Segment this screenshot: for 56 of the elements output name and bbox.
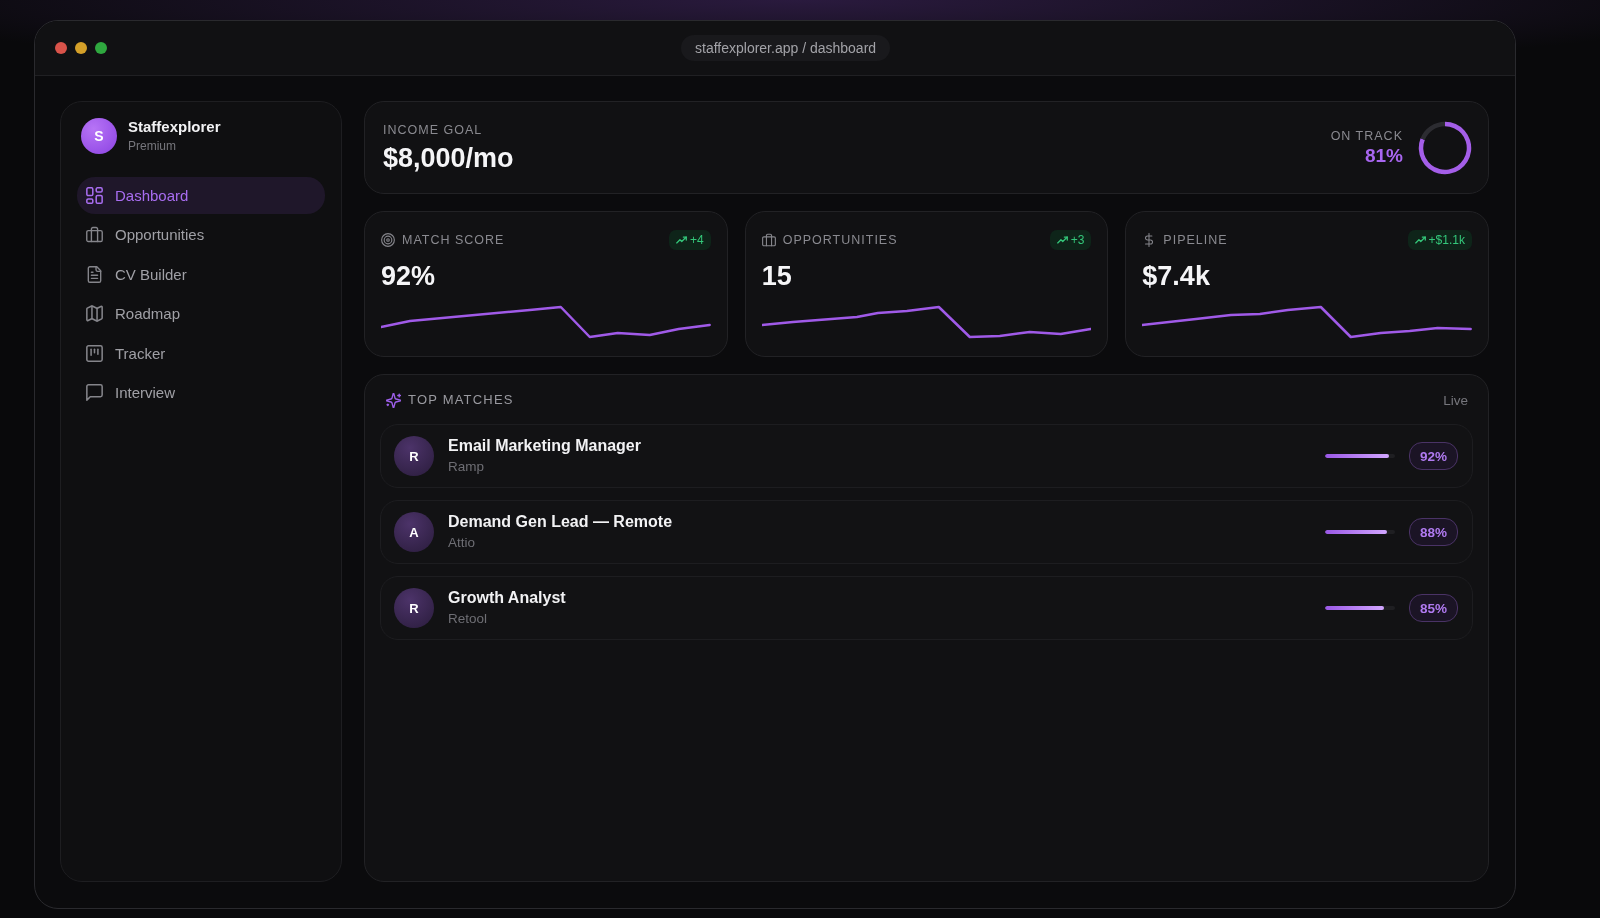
stat-value: $7.4k <box>1142 260 1211 292</box>
maximize-button[interactable] <box>95 42 107 54</box>
briefcase-icon <box>86 226 103 244</box>
target-icon <box>381 233 395 247</box>
company-avatar: R <box>394 588 434 628</box>
company-avatar: R <box>394 436 434 476</box>
map-icon <box>86 305 103 323</box>
address-bar[interactable]: staffexplorer.app / dashboard <box>681 35 891 61</box>
grid-icon <box>86 186 103 204</box>
stat-value: 15 <box>761 260 793 292</box>
live-status: Live <box>1443 392 1468 408</box>
stat-label: OPPORTUNITIES <box>782 232 898 248</box>
minimize-button[interactable] <box>75 42 87 54</box>
plan-label: Premium <box>128 138 177 154</box>
section-title: TOP MATCHES <box>408 392 514 408</box>
status-label: ON TRACK <box>1330 128 1403 144</box>
close-button[interactable] <box>55 42 67 54</box>
nav-item[interactable]: Interview <box>77 374 325 411</box>
score-badge: 92% <box>1408 442 1458 470</box>
nav-item[interactable]: Opportunities <box>77 216 325 253</box>
job-title: Growth Analyst <box>448 588 567 608</box>
chat-icon <box>86 384 103 402</box>
nav-item[interactable]: CV Builder <box>77 256 325 293</box>
trend-up-icon <box>675 236 687 244</box>
brand-name: Staffexplorer <box>128 118 221 136</box>
score-badge: 85% <box>1408 594 1458 622</box>
delta-badge: +$1.1k <box>1407 230 1472 250</box>
delta-badge: +4 <box>668 230 711 250</box>
board-icon <box>86 344 103 362</box>
progress-percent: 81% <box>1364 145 1403 167</box>
sparkles-icon <box>386 392 401 408</box>
job-title: Email Marketing Manager <box>448 436 642 456</box>
delta-badge: +3 <box>1049 230 1092 250</box>
company-name: Attio <box>448 534 476 552</box>
trend-up-icon <box>1056 236 1068 244</box>
stat-value: 92% <box>381 260 437 292</box>
match-row[interactable]: R Growth Analyst Retool 85% <box>380 576 1473 640</box>
stat-label: PIPELINE <box>1163 232 1228 248</box>
brand-avatar: S <box>81 118 117 154</box>
income-goal-value: $8,000/mo <box>383 141 514 174</box>
job-title: Demand Gen Lead — Remote <box>448 512 674 532</box>
document-icon <box>86 265 103 283</box>
company-name: Retool <box>448 610 489 628</box>
company-avatar: A <box>394 512 434 552</box>
match-row[interactable]: R Email Marketing Manager Ramp 92% <box>380 424 1473 488</box>
company-name: Ramp <box>448 458 485 476</box>
nav-item[interactable]: Roadmap <box>77 295 325 332</box>
stat-label: MATCH SCORE <box>402 232 505 248</box>
score-badge: 88% <box>1408 518 1458 546</box>
card-label: INCOME GOAL <box>383 121 484 138</box>
nav-item[interactable]: Tracker <box>77 335 325 372</box>
trend-up-icon <box>1414 236 1426 244</box>
progress-ring <box>1418 120 1472 175</box>
briefcase-icon <box>761 233 776 247</box>
match-row[interactable]: A Demand Gen Lead — Remote Attio 88% <box>380 500 1473 564</box>
nav-item[interactable]: Dashboard <box>77 177 325 214</box>
